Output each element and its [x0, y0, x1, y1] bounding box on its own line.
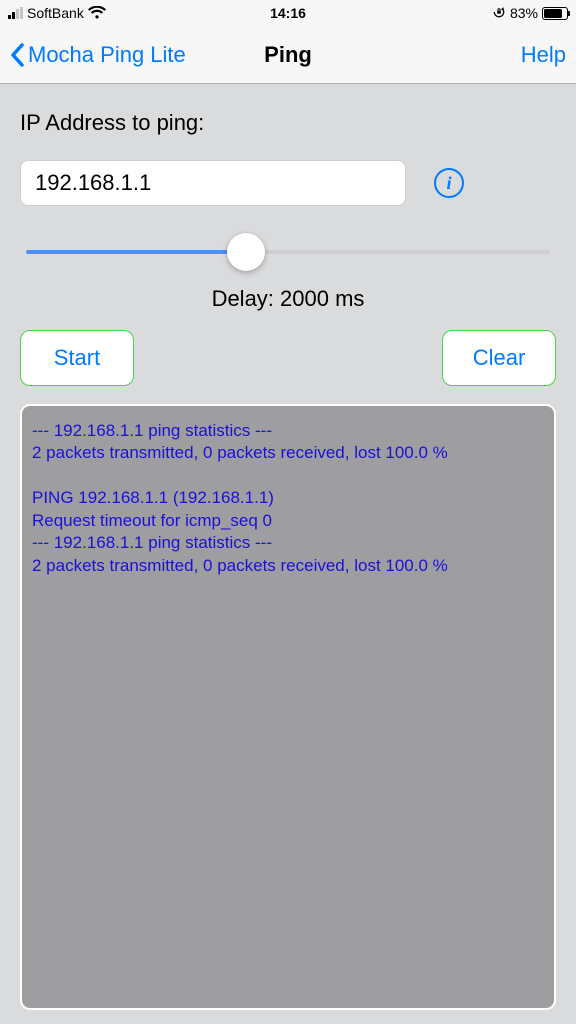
delay-label: Delay: 2000 ms: [20, 286, 556, 312]
start-button[interactable]: Start: [20, 330, 134, 386]
slider-thumb[interactable]: [227, 233, 265, 271]
ip-input-row: i: [20, 160, 556, 206]
status-left: SoftBank: [8, 5, 106, 21]
info-button[interactable]: i: [434, 168, 464, 198]
ip-heading-label: IP Address to ping:: [20, 110, 556, 136]
battery-percent: 83%: [510, 5, 538, 21]
back-label: Mocha Ping Lite: [28, 42, 186, 68]
cellular-signal-icon: [8, 7, 23, 19]
nav-bar: Mocha Ping Lite Ping Help: [0, 26, 576, 84]
wifi-icon: [88, 6, 106, 20]
battery-fill: [544, 9, 562, 18]
battery-icon: [542, 7, 568, 20]
orientation-lock-icon: [492, 5, 506, 22]
ping-output[interactable]: --- 192.168.1.1 ping statistics --- 2 pa…: [20, 404, 556, 1010]
chevron-left-icon: [10, 42, 26, 68]
carrier-label: SoftBank: [27, 5, 84, 21]
status-time: 14:16: [270, 5, 306, 21]
help-button[interactable]: Help: [521, 42, 566, 68]
clear-button[interactable]: Clear: [442, 330, 556, 386]
slider-fill: [26, 250, 246, 254]
button-row: Start Clear: [20, 330, 556, 386]
ip-address-input[interactable]: [20, 160, 406, 206]
status-bar: SoftBank 14:16 83%: [0, 0, 576, 26]
status-right: 83%: [492, 5, 568, 22]
content-area: IP Address to ping: i Delay: 2000 ms Sta…: [0, 84, 576, 1024]
page-title: Ping: [264, 42, 312, 68]
info-icon: i: [446, 173, 451, 194]
back-button[interactable]: Mocha Ping Lite: [10, 42, 186, 68]
delay-slider[interactable]: [26, 232, 550, 272]
